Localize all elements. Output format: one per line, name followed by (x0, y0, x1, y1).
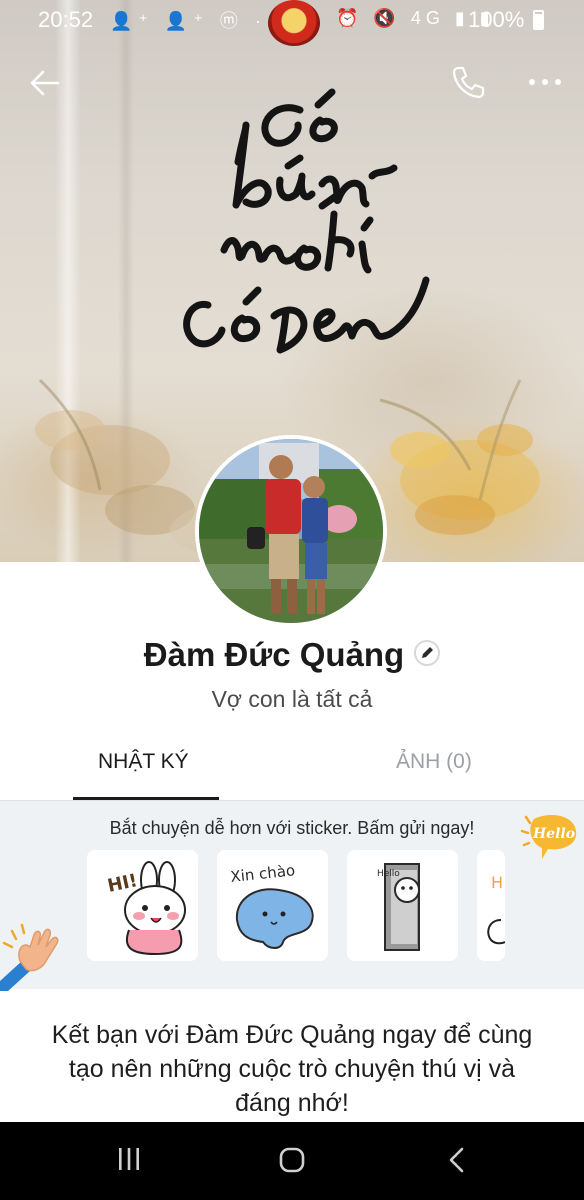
home-button[interactable] (278, 1146, 306, 1179)
call-button[interactable] (450, 64, 486, 100)
sticker-elephant-xin-chao[interactable]: Xin chào (217, 850, 328, 961)
edit-name-button[interactable] (414, 640, 441, 667)
elephant-sticker-icon: Xin chào (230, 861, 314, 949)
tab-diary[interactable]: NHẬT KÝ (98, 750, 189, 774)
emblem-icon (268, 0, 320, 46)
sticker-bear-text: Hello (377, 869, 400, 879)
sticker-suggestion-panel: Bắt chuyện dễ hơn với sticker. Bấm gửi n… (0, 801, 584, 991)
hello-badge-icon: Hello (520, 815, 577, 859)
sticker-elephant-text: Xin chào (230, 861, 296, 886)
bunny-sticker-icon: HI! (106, 861, 186, 956)
sticker-prompt-text: Bắt chuyện dễ hơn với sticker. Bấm gửi n… (109, 818, 475, 838)
nav-back-button[interactable] (446, 1146, 468, 1179)
status-bar: 20:52 👤⁺ 👤⁺ ⓜ · ⏰ 🔇 4G ▮ ▮ 100% (0, 0, 584, 46)
sticker-bear-door-hello[interactable]: Hello (347, 850, 458, 961)
android-navigation-bar (0, 1122, 584, 1200)
avatar-photo (199, 439, 383, 623)
pencil-icon (422, 647, 434, 659)
back-button[interactable] (28, 66, 62, 100)
battery-percentage: 100% (468, 7, 525, 32)
recent-apps-button[interactable] (116, 1146, 142, 1177)
notification-icons: 👤⁺ 👤⁺ ⓜ · (110, 11, 267, 31)
recent-apps-icon (119, 1148, 139, 1170)
more-dots-icon (529, 79, 561, 85)
more-options-button[interactable] (527, 74, 563, 90)
profile-avatar[interactable] (195, 435, 387, 627)
home-icon (279, 1147, 305, 1173)
partial-sticker-icon: H (487, 873, 505, 945)
sticker-partial[interactable]: H (477, 850, 505, 961)
profile-tabs: NHẬT KÝ ẢNH (0) (0, 736, 584, 800)
hello-badge-text: Hello (532, 826, 575, 842)
profile-name: Đàm Đức Quảng (143, 636, 405, 673)
battery-icon (533, 10, 544, 30)
phone-icon (452, 66, 485, 99)
waving-hand-icon (0, 923, 59, 991)
arrow-left-icon (30, 70, 60, 96)
bear-door-sticker-icon: Hello (377, 863, 420, 951)
calligraphy-art (183, 88, 430, 354)
chevron-left-icon (449, 1147, 464, 1173)
sticker-bunny-hi[interactable]: HI! (87, 850, 198, 961)
sticker-partial-text: H (491, 873, 503, 892)
profile-status: Vợ con là tất cả (211, 686, 373, 712)
add-friend-cta-text: Kết bạn với Đàm Đức Quảng ngay để cùng t… (51, 1021, 533, 1117)
tab-photos[interactable]: ẢNH (0) (396, 750, 472, 774)
profile-name-row: Đàm Đức Quảng (0, 636, 584, 674)
status-time: 20:52 (38, 7, 94, 32)
